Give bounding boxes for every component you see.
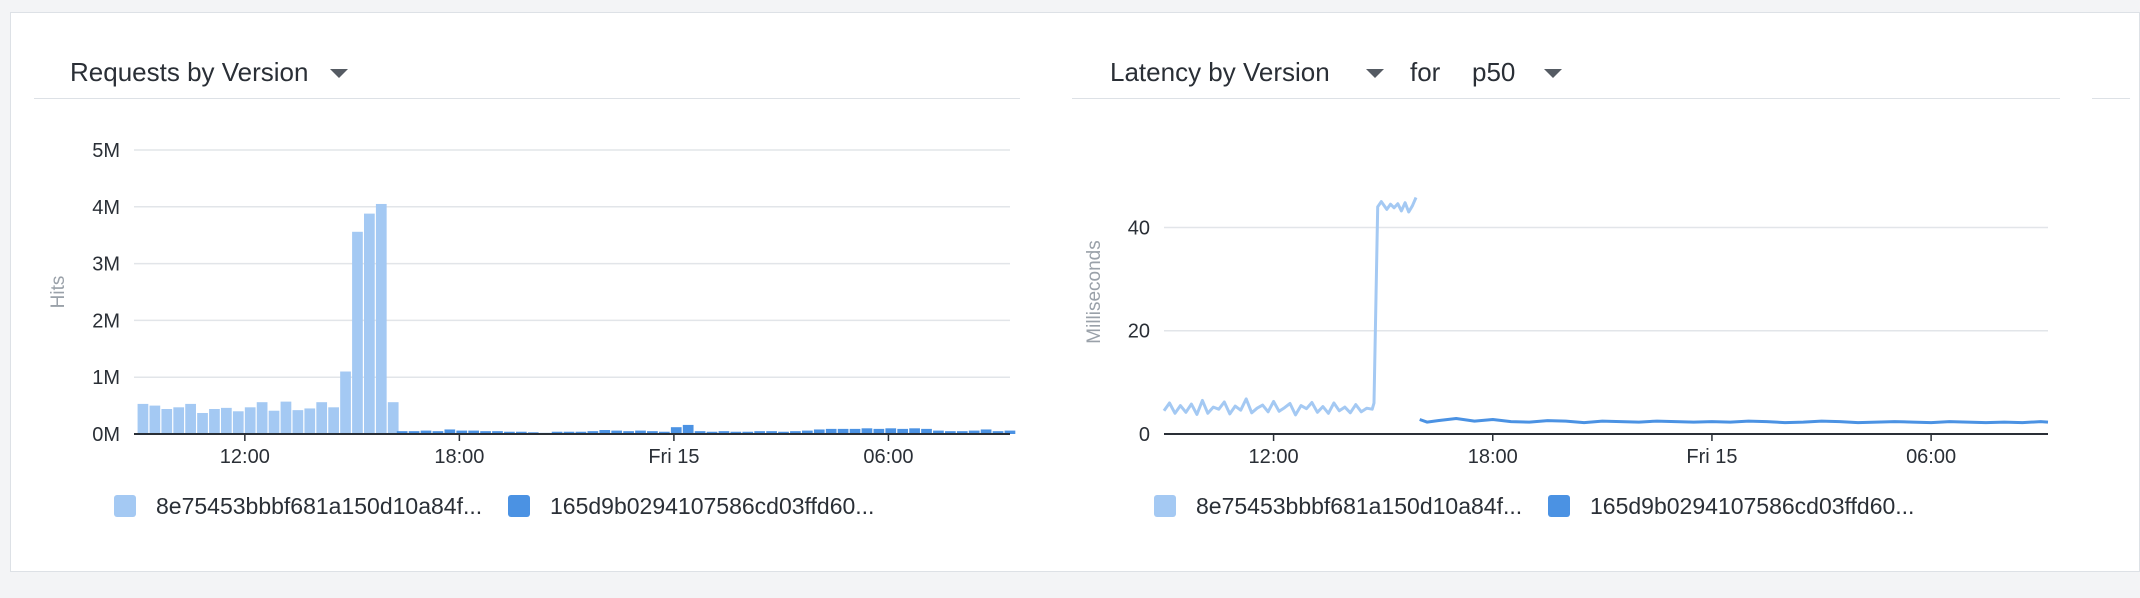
y-axis-label: Hits	[48, 276, 69, 309]
legend-label: 8e75453bbbf681a150d10a84f...	[1196, 492, 1523, 519]
bar	[304, 408, 316, 434]
legend-swatch-light	[114, 495, 136, 517]
requests-widget-title[interactable]: Requests by Version	[70, 52, 308, 92]
bar	[137, 403, 149, 434]
latency-legend-item-2[interactable]: 165d9b0294107586cd03ffd60...	[1548, 488, 1914, 524]
bar	[244, 407, 256, 434]
bar	[682, 424, 694, 434]
legend-swatch-dark	[1548, 495, 1570, 517]
y-tick-label: 1M	[92, 367, 120, 389]
y-tick-label: 20	[1128, 321, 1150, 343]
requests-title-dropdown-icon[interactable]	[330, 69, 348, 78]
x-tick-label: 12:00	[220, 446, 270, 468]
requests-widget-header: Requests by Version	[34, 52, 1020, 99]
latency-legend-item-1[interactable]: 8e75453bbbf681a150d10a84f...	[1154, 488, 1522, 524]
bar	[387, 402, 399, 434]
legend-swatch-dark	[508, 495, 530, 517]
requests-bar-chart: 0M 1M 2M 3M 4M 5M 12:00 18:00 Fri 15 06:00 Hits	[48, 140, 1016, 468]
bar	[364, 213, 375, 434]
x-tick-label: 06:00	[863, 446, 913, 468]
x-tick-label: 18:00	[434, 446, 484, 468]
legend-label: 8e75453bbbf681a150d10a84f...	[156, 492, 483, 519]
y-tick-label: 3M	[92, 254, 120, 276]
bar	[280, 401, 292, 434]
legend-label: 165d9b0294107586cd03ffd60...	[1590, 492, 1915, 519]
x-tick-label: Fri 15	[648, 446, 699, 468]
legend-swatch-light	[1154, 495, 1176, 517]
x-tick-label: 06:00	[1906, 446, 1956, 468]
x-tick-label: Fri 15	[1686, 446, 1737, 468]
y-tick-label: 2M	[92, 310, 120, 332]
bar	[185, 403, 196, 434]
y-tick-label: 5M	[92, 140, 120, 162]
bar	[268, 410, 280, 434]
requests-legend-item-1[interactable]: 8e75453bbbf681a150d10a84f...	[114, 488, 482, 524]
bar	[670, 427, 682, 434]
percentile-selector[interactable]: p50	[1472, 52, 1515, 92]
latency-line-chart: 0 20 40 12:00 18:00 Fri 15 06:00 Milliseconds	[1084, 196, 2049, 468]
bar	[352, 231, 363, 434]
y-axis-label: Milliseconds	[1084, 240, 1105, 343]
legend-label: 165d9b0294107586cd03ffd60...	[550, 492, 875, 519]
latency-legend: 8e75453bbbf681a150d10a84f... 165d9b02941…	[1072, 488, 2060, 524]
bar	[292, 410, 304, 434]
y-tick-label: 40	[1128, 217, 1150, 239]
latency-widget-title[interactable]: Latency by Version	[1110, 52, 1330, 92]
bar	[161, 409, 173, 434]
bar	[328, 407, 339, 434]
x-tick-label: 18:00	[1468, 446, 1518, 468]
bar	[197, 412, 208, 434]
next-widget-divider	[2092, 98, 2130, 99]
for-label: for	[1410, 57, 1441, 87]
series-line	[1162, 196, 1418, 417]
percentile-dropdown-icon[interactable]	[1544, 69, 1562, 78]
bar	[173, 407, 185, 434]
requests-legend: 8e75453bbbf681a150d10a84f... 165d9b02941…	[34, 488, 1020, 524]
requests-legend-item-2[interactable]: 165d9b0294107586cd03ffd60...	[508, 488, 874, 524]
latency-widget-header: Latency by Version for p50	[1072, 52, 2060, 99]
y-tick-label: 0	[1139, 424, 1150, 446]
latency-title-dropdown-icon[interactable]	[1366, 69, 1384, 78]
bar	[232, 411, 244, 434]
bar	[149, 405, 161, 434]
bar	[340, 371, 351, 434]
series-line	[1419, 417, 2049, 425]
y-tick-label: 4M	[92, 197, 120, 219]
bar	[375, 203, 387, 434]
x-tick-label: 12:00	[1249, 446, 1299, 468]
bar	[256, 402, 268, 434]
bar	[209, 409, 220, 434]
y-tick-label: 0M	[92, 424, 120, 446]
bar	[316, 402, 328, 434]
bar	[220, 407, 232, 434]
